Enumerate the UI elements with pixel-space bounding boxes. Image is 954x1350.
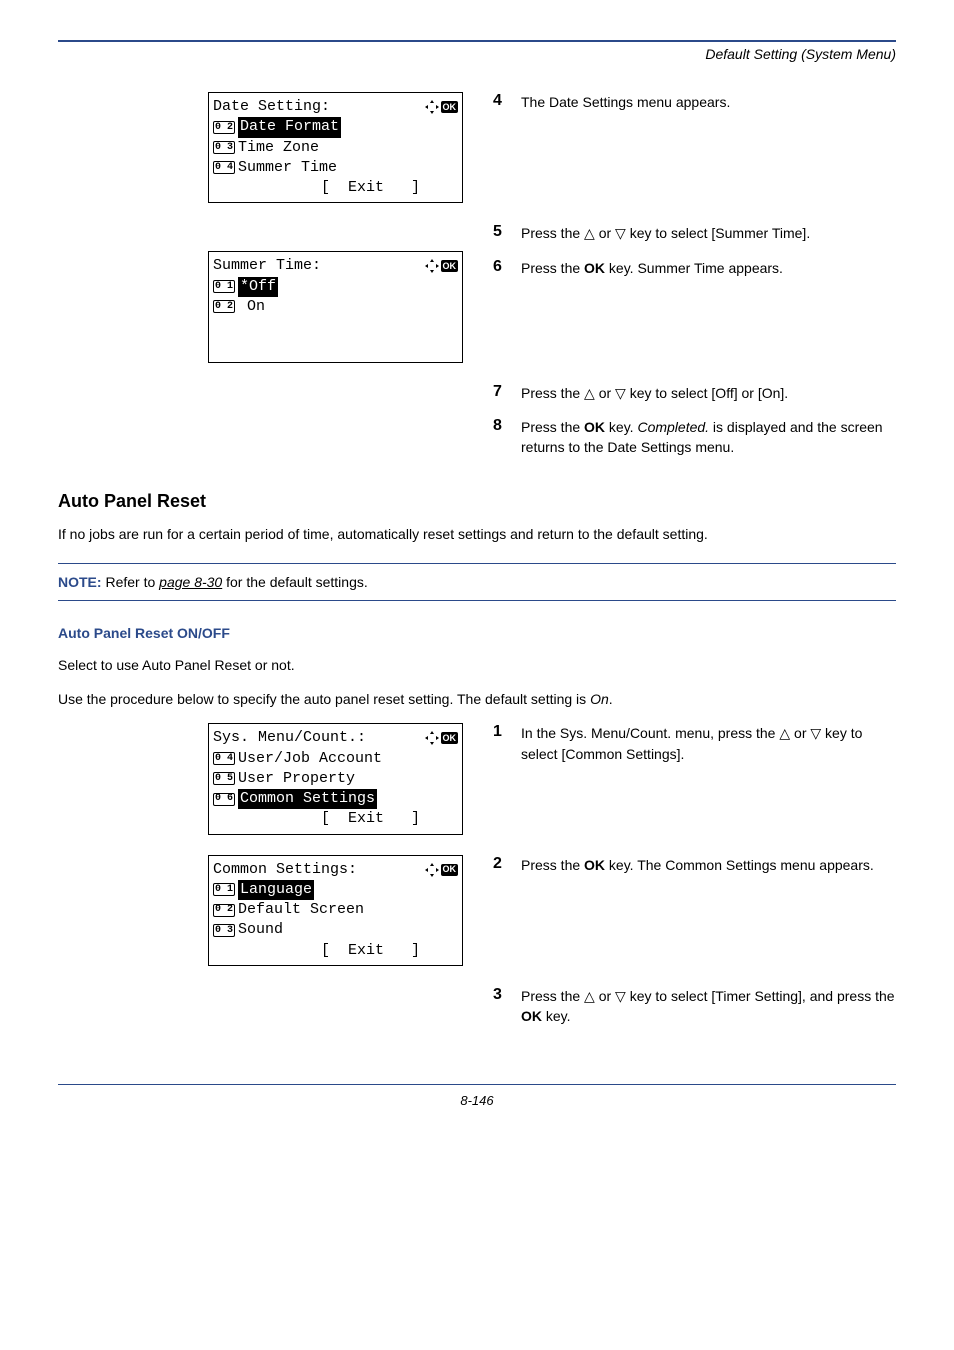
footer-rule bbox=[58, 1084, 896, 1085]
page-number: 8-146 bbox=[58, 1093, 896, 1108]
row-num: 0 2 bbox=[213, 121, 235, 134]
row-label: Summer Time bbox=[238, 158, 337, 178]
step-text: Press the △ or ▽ key to select [Summer T… bbox=[521, 223, 896, 243]
step-number: 1 bbox=[493, 723, 505, 764]
lcd-date-setting: Date Setting: OK 0 2Date Format 0 3Time … bbox=[208, 92, 463, 203]
exit-label: [ Exit ] bbox=[213, 178, 458, 198]
dpad-icon bbox=[425, 100, 439, 114]
row-num: 0 3 bbox=[213, 141, 235, 154]
nav-icons: OK bbox=[425, 731, 459, 745]
ok-icon: OK bbox=[441, 864, 459, 876]
up-icon: △ bbox=[584, 988, 595, 1004]
down-icon: ▽ bbox=[615, 385, 626, 401]
row-num: 0 2 bbox=[213, 300, 235, 313]
row-label: Sound bbox=[238, 920, 283, 940]
dpad-icon bbox=[425, 863, 439, 877]
note-block: NOTE: Refer to page 8-30 for the default… bbox=[58, 563, 896, 601]
row-num: 0 1 bbox=[213, 280, 235, 293]
lcd-title: Date Setting: bbox=[213, 97, 425, 117]
dpad-icon bbox=[425, 731, 439, 745]
exit-label: [ Exit ] bbox=[213, 809, 458, 829]
lcd-common-settings: Common Settings: OK 0 1Language 0 2Defau… bbox=[208, 855, 463, 966]
ok-icon: OK bbox=[441, 101, 459, 113]
row-num: 0 1 bbox=[213, 883, 235, 896]
row-num: 0 3 bbox=[213, 924, 235, 937]
up-icon: △ bbox=[584, 385, 595, 401]
step-text: Press the OK key. Summer Time appears. bbox=[521, 258, 896, 278]
step-text: Press the OK key. Completed. is displaye… bbox=[521, 417, 896, 458]
section-intro: If no jobs are run for a certain period … bbox=[58, 524, 896, 544]
paragraph: Select to use Auto Panel Reset or not. bbox=[58, 655, 896, 675]
row-label: *Off bbox=[238, 277, 278, 297]
step-text: The Date Settings menu appears. bbox=[521, 92, 896, 112]
row-label: Common Settings bbox=[238, 789, 377, 809]
lcd-title: Common Settings: bbox=[213, 860, 425, 880]
step-number: 5 bbox=[493, 223, 505, 243]
nav-icons: OK bbox=[425, 863, 459, 877]
step-text: Press the △ or ▽ key to select [Off] or … bbox=[521, 383, 896, 403]
lcd-summer-time: Summer Time: OK 0 1*Off 0 2 On bbox=[208, 251, 463, 362]
header-rule bbox=[58, 40, 896, 42]
header-title: Default Setting (System Menu) bbox=[58, 46, 896, 62]
nav-icons: OK bbox=[425, 259, 459, 273]
nav-icons: OK bbox=[425, 100, 459, 114]
ok-icon: OK bbox=[441, 732, 459, 744]
step-text: In the Sys. Menu/Count. menu, press the … bbox=[521, 723, 896, 764]
step-number: 6 bbox=[493, 258, 505, 278]
row-label: Time Zone bbox=[238, 138, 319, 158]
row-label: Default Screen bbox=[238, 900, 364, 920]
down-icon: ▽ bbox=[615, 988, 626, 1004]
step-number: 3 bbox=[493, 986, 505, 1027]
up-icon: △ bbox=[779, 725, 790, 741]
step-text: Press the △ or ▽ key to select [Timer Se… bbox=[521, 986, 896, 1027]
lcd-title: Summer Time: bbox=[213, 256, 425, 276]
step-number: 4 bbox=[493, 92, 505, 112]
row-label: User/Job Account bbox=[238, 749, 382, 769]
down-icon: ▽ bbox=[810, 725, 821, 741]
row-num: 0 4 bbox=[213, 161, 235, 174]
section-heading: Auto Panel Reset bbox=[58, 491, 896, 512]
row-label: Date Format bbox=[238, 117, 341, 137]
step-text: Press the OK key. The Common Settings me… bbox=[521, 855, 896, 875]
row-label: On bbox=[238, 297, 265, 317]
note-link[interactable]: page 8-30 bbox=[159, 574, 222, 590]
lcd-sys-menu: Sys. Menu/Count.: OK 0 4User/Job Account… bbox=[208, 723, 463, 834]
dpad-icon bbox=[425, 259, 439, 273]
paragraph: Use the procedure below to specify the a… bbox=[58, 689, 896, 709]
row-label: User Property bbox=[238, 769, 355, 789]
step-number: 2 bbox=[493, 855, 505, 875]
step-number: 8 bbox=[493, 417, 505, 458]
row-num: 0 4 bbox=[213, 752, 235, 765]
subsection-heading: Auto Panel Reset ON/OFF bbox=[58, 625, 896, 641]
row-num: 0 6 bbox=[213, 793, 235, 806]
down-icon: ▽ bbox=[615, 225, 626, 241]
row-num: 0 5 bbox=[213, 772, 235, 785]
row-label: Language bbox=[238, 880, 314, 900]
exit-label: [ Exit ] bbox=[213, 941, 458, 961]
row-num: 0 2 bbox=[213, 904, 235, 917]
lcd-title: Sys. Menu/Count.: bbox=[213, 728, 425, 748]
ok-icon: OK bbox=[441, 260, 459, 272]
note-label: NOTE: bbox=[58, 574, 102, 590]
step-number: 7 bbox=[493, 383, 505, 403]
up-icon: △ bbox=[584, 225, 595, 241]
